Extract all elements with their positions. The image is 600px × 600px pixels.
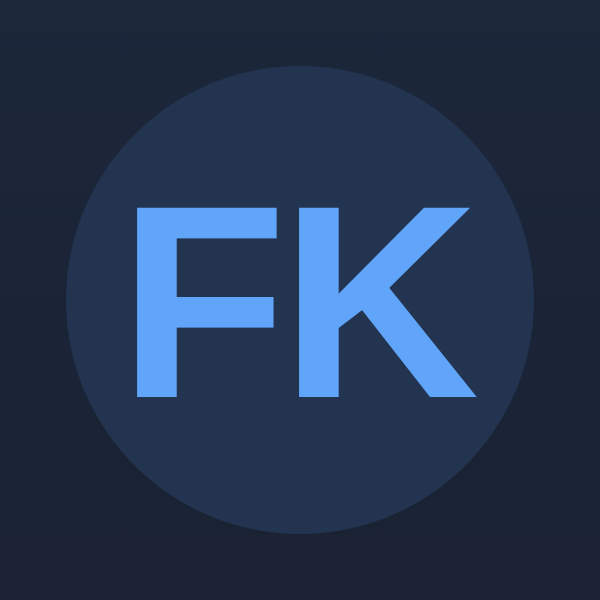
avatar-canvas: FK bbox=[0, 0, 600, 600]
avatar: FK bbox=[66, 66, 534, 534]
avatar-initials: FK bbox=[118, 148, 480, 456]
